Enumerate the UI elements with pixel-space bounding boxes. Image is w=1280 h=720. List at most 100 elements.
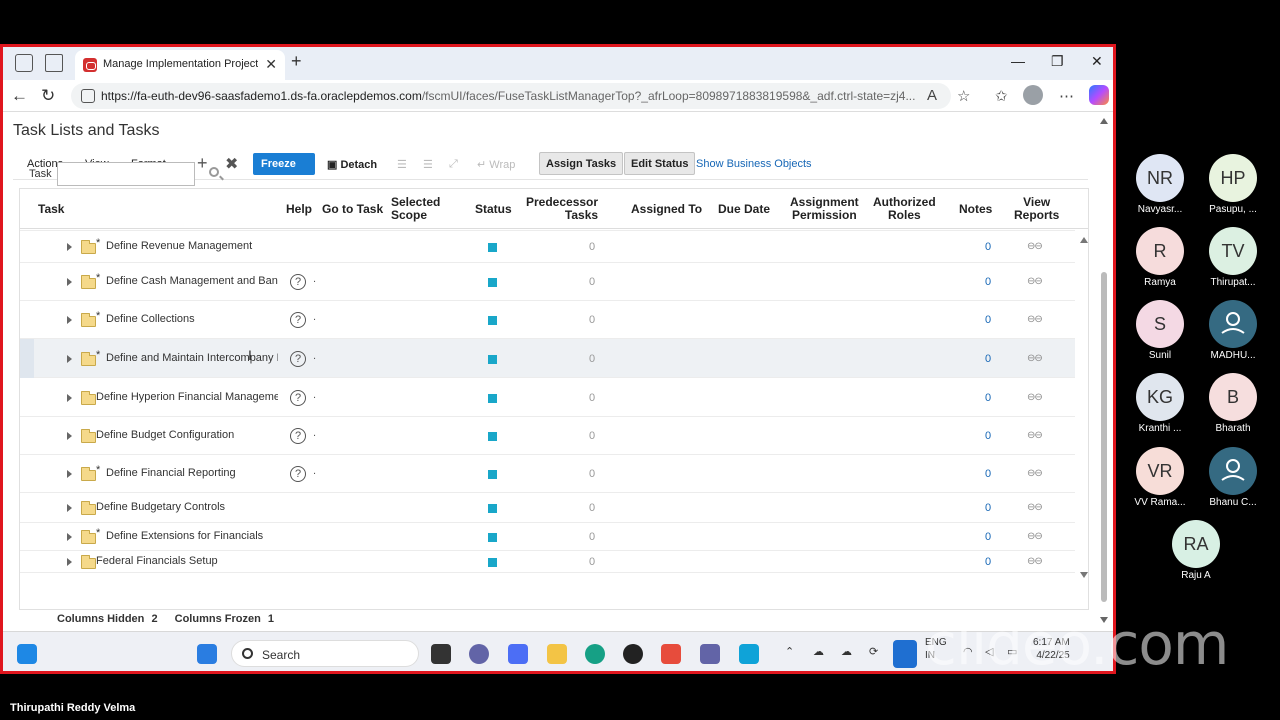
column-help[interactable]: Help bbox=[286, 203, 312, 216]
column-view-reports[interactable]: View Reports bbox=[1014, 196, 1059, 222]
microphone-icon[interactable] bbox=[893, 640, 917, 668]
page-scroll-thumb[interactable] bbox=[1101, 272, 1107, 602]
help-icon[interactable]: ? bbox=[290, 390, 306, 406]
expand-row-icon[interactable] bbox=[67, 504, 72, 512]
restore-icon[interactable]: ❐ bbox=[1051, 53, 1064, 70]
column-due-date[interactable]: Due Date bbox=[718, 203, 770, 216]
favorites-icon[interactable]: ✩ bbox=[995, 87, 1008, 105]
expand-row-icon[interactable] bbox=[67, 533, 72, 541]
view-reports-icon[interactable]: ⊖⊖ bbox=[1027, 392, 1043, 403]
taskbar-search[interactable]: Search bbox=[231, 640, 419, 667]
table-scrollbar[interactable] bbox=[1080, 229, 1088, 589]
task-name[interactable]: Define Extensions for Financials bbox=[106, 530, 278, 542]
expand-row-icon[interactable] bbox=[67, 558, 72, 566]
task-name[interactable]: Define Hyperion Financial Managemen bbox=[96, 391, 278, 403]
close-window-icon[interactable]: ✕ bbox=[1091, 53, 1103, 70]
column-authorized-roles[interactable]: Authorized Roles bbox=[873, 196, 936, 222]
app-icon[interactable] bbox=[739, 644, 759, 664]
assign-tasks-button[interactable]: Assign Tasks bbox=[539, 152, 624, 175]
windows-start-icon[interactable] bbox=[197, 644, 217, 664]
tab-actions-icon[interactable] bbox=[45, 54, 63, 72]
more-menu-icon[interactable]: ⋯ bbox=[1059, 87, 1074, 105]
column-status[interactable]: Status bbox=[475, 203, 512, 216]
task-name[interactable]: Define Budget Configuration bbox=[96, 429, 278, 441]
row-selector[interactable] bbox=[20, 339, 34, 378]
notes-link[interactable]: 0 bbox=[985, 468, 991, 480]
refresh-icon[interactable]: ↻ bbox=[41, 86, 55, 106]
expand-row-icon[interactable] bbox=[67, 355, 72, 363]
task-name[interactable]: Define and Maintain Intercompany Pr bbox=[106, 352, 278, 364]
expand-icon[interactable]: ⤢ bbox=[449, 158, 458, 171]
chevron-up-icon[interactable]: ⌃ bbox=[785, 645, 794, 658]
task-name[interactable]: Federal Financials Setup bbox=[96, 555, 278, 567]
expand-row-icon[interactable] bbox=[67, 432, 72, 440]
participant-tile[interactable]: VR VV Rama... bbox=[1120, 447, 1200, 508]
help-icon[interactable]: ? bbox=[290, 351, 306, 367]
lock-icon[interactable] bbox=[81, 89, 95, 103]
table-row[interactable]: Define Budgetary Controls 0 0 ⊖⊖ bbox=[20, 493, 1075, 523]
page-scroll-up-icon[interactable] bbox=[1100, 118, 1108, 124]
participant-tile[interactable]: B Bharath bbox=[1193, 373, 1273, 434]
notes-link[interactable]: 0 bbox=[985, 430, 991, 442]
expand-row-icon[interactable] bbox=[67, 243, 72, 251]
copilot-icon[interactable] bbox=[1089, 85, 1109, 105]
help-icon[interactable]: ? bbox=[290, 312, 306, 328]
expand-row-icon[interactable] bbox=[67, 278, 72, 286]
teams-chat-icon[interactable] bbox=[469, 644, 489, 664]
wrap-button[interactable]: ↵ Wrap bbox=[477, 158, 515, 171]
expand-row-icon[interactable] bbox=[67, 470, 72, 478]
notes-link[interactable]: 0 bbox=[985, 353, 991, 365]
participant-tile[interactable]: HP Pasupu, ... bbox=[1193, 154, 1273, 215]
expand-row-icon[interactable] bbox=[67, 394, 72, 402]
column-selected-scope[interactable]: Selected Scope bbox=[391, 196, 440, 222]
view-reports-icon[interactable]: ⊖⊖ bbox=[1027, 531, 1043, 542]
notes-link[interactable]: 0 bbox=[985, 314, 991, 326]
notes-link[interactable]: 0 bbox=[985, 502, 991, 514]
browser-tab-active[interactable]: Manage Implementation Projects ✕ bbox=[75, 50, 285, 80]
sync-icon[interactable]: ⟳ bbox=[869, 645, 878, 658]
view-reports-icon[interactable]: ⊖⊖ bbox=[1027, 353, 1043, 364]
column-assigned-to[interactable]: Assigned To bbox=[631, 203, 702, 216]
table-row[interactable]: * Define Extensions for Financials 0 0 ⊖⊖ bbox=[20, 523, 1075, 551]
table-row[interactable]: * Define Financial Reporting?. 0 0 ⊖⊖ bbox=[20, 455, 1075, 493]
notes-link[interactable]: 0 bbox=[985, 241, 991, 253]
minimize-icon[interactable]: — bbox=[1011, 53, 1025, 69]
notes-link[interactable]: 0 bbox=[985, 392, 991, 404]
participant-tile[interactable]: NR Navyasr... bbox=[1120, 154, 1200, 215]
indent-icon[interactable]: ☰ bbox=[397, 158, 407, 171]
new-tab-icon[interactable]: + bbox=[291, 51, 302, 72]
view-reports-icon[interactable]: ⊖⊖ bbox=[1027, 314, 1043, 325]
cloud-icon[interactable]: ☁ bbox=[841, 645, 852, 658]
go-to-task-link[interactable]: . bbox=[313, 465, 316, 477]
teams-icon[interactable] bbox=[700, 644, 720, 664]
go-to-task-link[interactable]: . bbox=[313, 389, 316, 401]
table-row[interactable]: Define Hyperion Financial Managemen?. 0 0 ⊖… bbox=[20, 378, 1075, 417]
view-reports-icon[interactable]: ⊖⊖ bbox=[1027, 468, 1043, 479]
add-icon[interactable]: + bbox=[197, 153, 208, 174]
go-to-task-link[interactable]: . bbox=[313, 273, 316, 285]
search-icon[interactable] bbox=[209, 167, 219, 177]
outdent-icon[interactable]: ☰ bbox=[423, 158, 433, 171]
participant-tile[interactable]: S Sunil bbox=[1120, 300, 1200, 361]
desktop-app-icon[interactable] bbox=[17, 644, 37, 664]
tab-close-icon[interactable]: ✕ bbox=[265, 56, 277, 73]
table-row[interactable]: * Define Cash Management and Banki?. 0 0 ⊖⊖ bbox=[20, 263, 1075, 301]
read-aloud-icon[interactable]: A bbox=[927, 87, 937, 104]
column-predecessor-tasks[interactable]: Predecessor Tasks bbox=[526, 196, 598, 222]
task-name[interactable]: Define Financial Reporting bbox=[106, 467, 278, 479]
notes-link[interactable]: 0 bbox=[985, 556, 991, 568]
url-field[interactable]: https://fa-euth-dev96-saasfademo1.ds-fa.… bbox=[71, 83, 951, 109]
column-notes[interactable]: Notes bbox=[959, 203, 992, 216]
help-icon[interactable]: ? bbox=[290, 428, 306, 444]
wps-office-icon[interactable] bbox=[661, 644, 681, 664]
notes-link[interactable]: 0 bbox=[985, 531, 991, 543]
table-row[interactable]: * Define Collections?. 0 0 ⊖⊖ bbox=[20, 301, 1075, 339]
dell-icon[interactable] bbox=[623, 644, 643, 664]
column-assignment-permission[interactable]: Assignment Permission bbox=[790, 196, 859, 222]
expand-row-icon[interactable] bbox=[67, 316, 72, 324]
view-reports-icon[interactable]: ⊖⊖ bbox=[1027, 430, 1043, 441]
notes-link[interactable]: 0 bbox=[985, 276, 991, 288]
view-reports-icon[interactable]: ⊖⊖ bbox=[1027, 241, 1043, 252]
profile-avatar[interactable] bbox=[1023, 85, 1043, 105]
column-go-to-task[interactable]: Go to Task bbox=[322, 203, 383, 216]
